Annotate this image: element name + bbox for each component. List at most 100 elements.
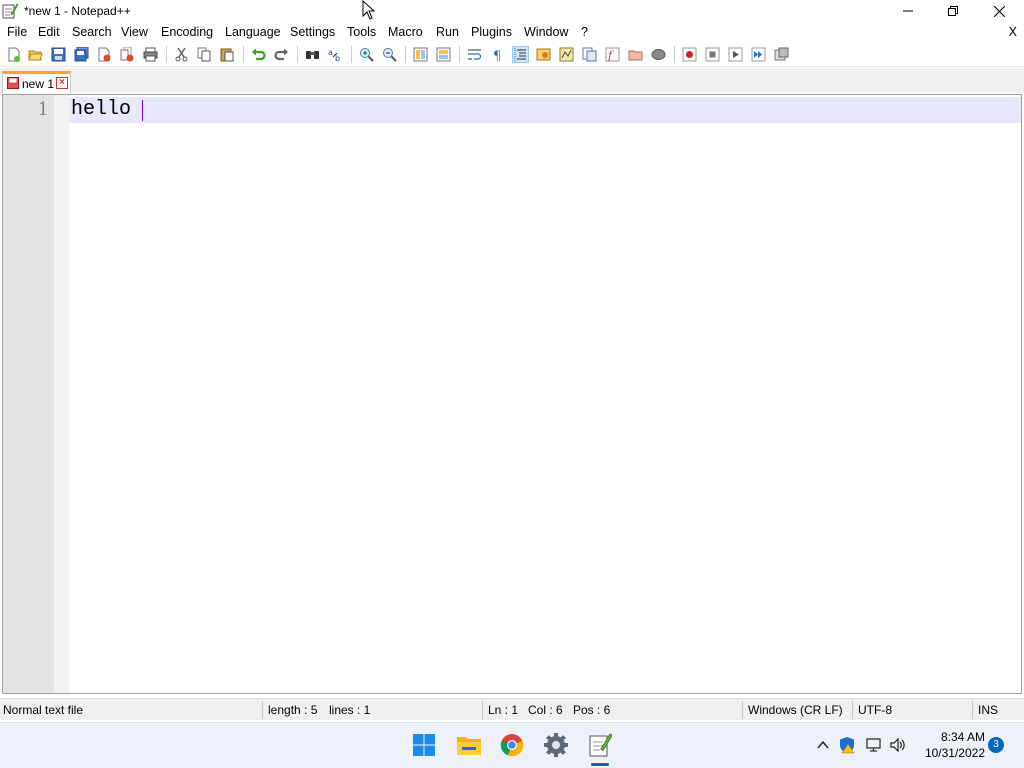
status-file-type: Normal text file (3, 703, 84, 717)
toolbar-separator (351, 46, 352, 63)
toolbar-separator (459, 46, 460, 63)
minimize-icon (903, 10, 913, 12)
user-language-icon[interactable] (535, 46, 552, 63)
monitoring-icon[interactable] (650, 46, 667, 63)
menu-search[interactable]: Search (72, 25, 112, 39)
menu-help[interactable]: ? (581, 25, 588, 39)
close-file-icon[interactable] (96, 46, 113, 63)
close-document-button[interactable]: X (1009, 25, 1017, 39)
text-caret (142, 100, 143, 121)
menu-run[interactable]: Run (436, 25, 459, 39)
status-insert-mode[interactable]: INS (978, 703, 998, 717)
stop-macro-icon[interactable] (704, 46, 721, 63)
status-ln: Ln : 1 (488, 703, 519, 717)
close-window-button[interactable] (976, 0, 1022, 22)
unsaved-file-icon (7, 77, 19, 89)
tab-bar: new 1 × (0, 68, 1024, 93)
tab-label: new 1 (22, 77, 55, 91)
clock-time: 8:34 AM (940, 730, 985, 744)
file-explorer-icon[interactable] (455, 731, 483, 759)
fold-margin[interactable] (54, 95, 69, 693)
find-icon[interactable] (304, 46, 321, 63)
print-icon[interactable] (142, 46, 159, 63)
chrome-icon[interactable] (498, 731, 526, 759)
network-icon[interactable] (864, 736, 882, 754)
tab-close-icon[interactable]: × (56, 77, 68, 89)
tab-new-1[interactable]: new 1 × (2, 71, 71, 93)
redo-icon[interactable] (273, 46, 290, 63)
menu-encoding[interactable]: Encoding (161, 25, 213, 39)
save-all-icon[interactable] (73, 46, 90, 63)
status-length: length : 5 (268, 703, 318, 717)
windows-start-icon[interactable] (410, 731, 438, 759)
notepadpp-window: *new 1 - Notepad++ File Edit Search View… (0, 0, 1024, 768)
menu-window[interactable]: Window (524, 25, 568, 39)
record-macro-icon[interactable] (681, 46, 698, 63)
menu-language[interactable]: Language (225, 25, 281, 39)
status-pos: Pos : 6 (573, 703, 611, 717)
close-icon (993, 5, 1005, 17)
menu-tools[interactable]: Tools (347, 25, 376, 39)
save-macro-icon[interactable] (773, 46, 790, 63)
restore-icon (948, 6, 958, 16)
open-file-icon[interactable] (27, 46, 44, 63)
svg-text:a: a (328, 48, 333, 57)
menu-view[interactable]: View (121, 25, 148, 39)
menu-file[interactable]: File (7, 25, 27, 39)
play-macro-icon[interactable] (727, 46, 744, 63)
cut-icon[interactable] (173, 46, 190, 63)
status-separator (852, 701, 853, 719)
toolbar-separator (243, 46, 244, 63)
replace-icon[interactable]: ab (327, 46, 344, 63)
zoom-in-icon[interactable] (358, 46, 375, 63)
status-separator (262, 701, 263, 719)
chevron-up-icon[interactable] (814, 736, 832, 754)
sync-vertical-icon[interactable] (412, 46, 429, 63)
toolbar-separator (674, 46, 675, 63)
zoom-out-icon[interactable] (381, 46, 398, 63)
window-title: *new 1 - Notepad++ (24, 4, 131, 18)
security-shield-icon[interactable] (838, 736, 856, 754)
function-list-icon[interactable] (581, 46, 598, 63)
sync-horizontal-icon[interactable] (435, 46, 452, 63)
function-icon[interactable]: f (604, 46, 621, 63)
indent-guide-icon[interactable] (512, 46, 529, 63)
paste-icon[interactable] (219, 46, 236, 63)
clock-date: 10/31/2022 (924, 746, 985, 760)
volume-icon[interactable] (889, 736, 907, 754)
word-wrap-icon[interactable] (466, 46, 483, 63)
mouse-cursor-icon (362, 0, 376, 20)
notification-badge[interactable]: 3 (988, 737, 1004, 753)
status-separator (482, 701, 483, 719)
copy-icon[interactable] (196, 46, 213, 63)
new-file-icon[interactable] (5, 46, 22, 63)
settings-icon[interactable] (542, 731, 570, 759)
active-app-indicator (591, 763, 609, 766)
folder-workspace-icon[interactable] (627, 46, 644, 63)
notepadpp-taskbar-icon[interactable] (586, 731, 614, 759)
title-bar[interactable]: *new 1 - Notepad++ (0, 0, 1024, 22)
doc-map-icon[interactable] (558, 46, 575, 63)
toolbar: ab ¶ f (0, 42, 1024, 67)
status-separator (742, 701, 743, 719)
restore-button[interactable] (930, 0, 976, 22)
menu-edit[interactable]: Edit (38, 25, 60, 39)
status-eol[interactable]: Windows (CR LF) (748, 703, 843, 717)
show-all-chars-icon[interactable]: ¶ (489, 46, 506, 63)
menu-plugins[interactable]: Plugins (471, 25, 512, 39)
run-macro-multiple-icon[interactable] (750, 46, 767, 63)
status-lines: lines : 1 (329, 703, 371, 717)
close-all-icon[interactable] (119, 46, 136, 63)
status-encoding[interactable]: UTF-8 (858, 703, 892, 717)
menu-macro[interactable]: Macro (388, 25, 423, 39)
menu-settings[interactable]: Settings (290, 25, 335, 39)
undo-icon[interactable] (250, 46, 267, 63)
save-icon[interactable] (50, 46, 67, 63)
status-bar: Normal text file length : 5 lines : 1 Ln… (0, 698, 1024, 720)
minimize-button[interactable] (885, 0, 931, 22)
editor[interactable]: 1 hello (2, 94, 1022, 694)
status-col: Col : 6 (528, 703, 563, 717)
svg-text:¶: ¶ (493, 49, 501, 62)
system-clock[interactable]: 8:34 AM 10/31/2022 (915, 729, 985, 761)
editor-line[interactable]: hello (71, 97, 131, 123)
